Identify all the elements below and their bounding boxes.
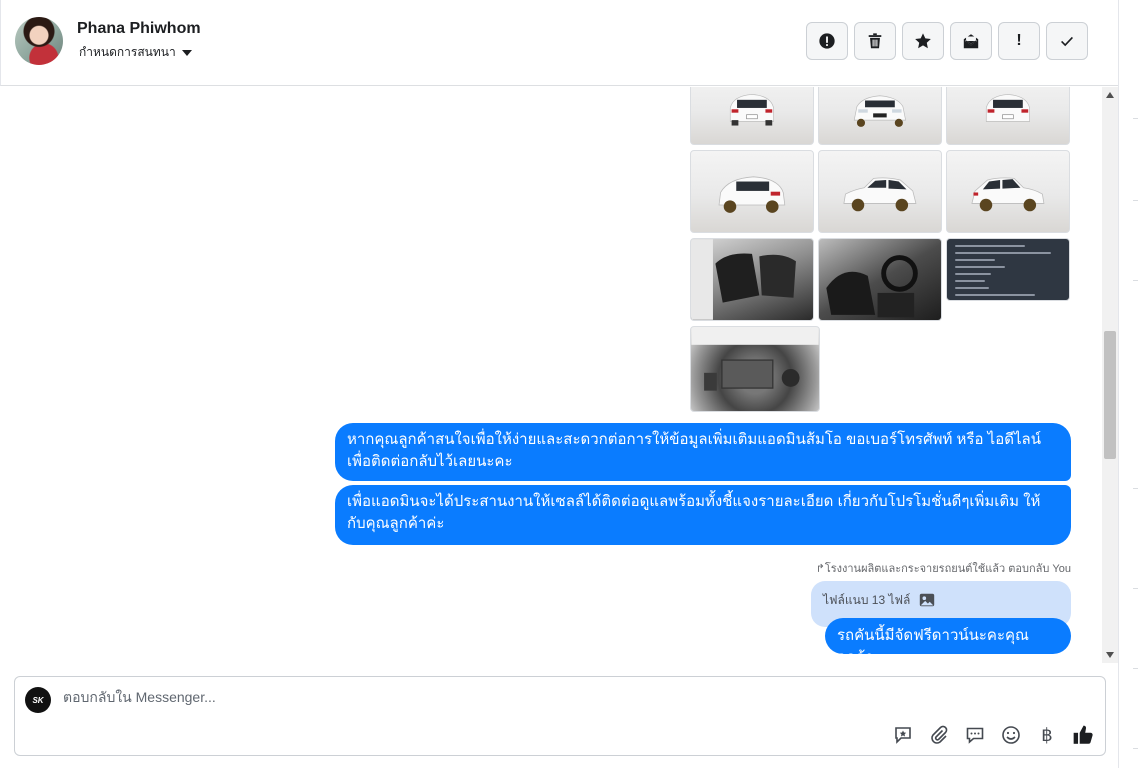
interior-photo[interactable] xyxy=(818,238,942,321)
car-photo[interactable] xyxy=(946,150,1070,233)
car-side-image xyxy=(843,177,917,212)
message-thread: หากคุณลูกค้าสนใจเพื่อให้ง่ายและสะดวกต่อก… xyxy=(0,87,1102,663)
caret-down-icon xyxy=(181,50,192,56)
assign-conversation-dropdown[interactable]: กำหนดการสนทนา xyxy=(79,43,192,62)
thread-toolbar: ! xyxy=(806,22,1088,60)
check-icon xyxy=(1061,36,1073,47)
car-front-image xyxy=(853,95,907,128)
reply-note-text: โรงงานผลิตและกระจายรถยนต์ใช้แล้ว ตอบกลับ… xyxy=(824,563,1071,575)
outgoing-message[interactable]: รถคันนี้มีจัดฟรีดาวน์นะคะคุณลูกค้า xyxy=(825,618,1071,663)
emoji-button[interactable] xyxy=(999,723,1023,747)
composer-area: SK ฿ xyxy=(0,663,1118,768)
document-photo[interactable] xyxy=(946,238,1070,301)
outgoing-message[interactable]: หากคุณลูกค้าสนใจเพื่อให้ง่ายและสะดวกต่อก… xyxy=(335,423,1071,481)
chat-bubble-icon xyxy=(966,727,984,744)
scroll-down-arrow-icon[interactable] xyxy=(1106,652,1114,658)
car-photo[interactable] xyxy=(690,150,814,233)
document-line xyxy=(955,294,1035,296)
thumbs-up-icon xyxy=(1073,725,1093,744)
thread-scrollbar[interactable] xyxy=(1102,87,1118,663)
document-line xyxy=(955,280,985,282)
alert-circle-icon xyxy=(819,33,835,49)
page-avatar: SK xyxy=(25,687,51,713)
engine-bay-image xyxy=(691,327,819,391)
engine-photo[interactable] xyxy=(690,326,820,412)
car-rear-three-quarter-image xyxy=(718,176,786,213)
follow-up-button[interactable]: ! xyxy=(998,22,1040,60)
exclamation-icon: ! xyxy=(1016,32,1022,49)
car-photo[interactable] xyxy=(818,150,942,233)
star-button[interactable] xyxy=(902,22,944,60)
assign-label: กำหนดการสนทนา xyxy=(79,45,176,59)
customer-name[interactable]: Phana Phiwhom xyxy=(77,20,201,38)
mark-done-button[interactable] xyxy=(1046,22,1088,60)
payment-button[interactable]: ฿ xyxy=(1035,723,1059,747)
document-line xyxy=(955,273,991,275)
conversation-header: Phana Phiwhom กำหนดการสนทนา ! xyxy=(0,0,1118,86)
star-icon xyxy=(915,33,931,49)
rear-seat-image xyxy=(691,239,796,320)
message-templates-button[interactable] xyxy=(963,723,987,747)
saved-reply-button[interactable] xyxy=(891,723,915,747)
scrollbar-thumb[interactable] xyxy=(1104,331,1116,459)
paperclip-icon xyxy=(931,725,948,744)
like-button[interactable] xyxy=(1071,723,1095,747)
quoted-text: ไฟล์แนบ 13 ไฟล์ xyxy=(823,593,911,607)
document-line xyxy=(955,287,989,289)
car-photo[interactable] xyxy=(818,87,942,145)
scroll-up-arrow-icon[interactable] xyxy=(1106,92,1114,98)
smiley-icon xyxy=(1002,726,1020,744)
customer-avatar[interactable] xyxy=(15,17,63,65)
trash-icon xyxy=(868,33,882,49)
car-photo[interactable] xyxy=(946,87,1070,145)
reply-input[interactable] xyxy=(63,689,863,705)
message-composer: SK ฿ xyxy=(14,676,1106,756)
document-line xyxy=(955,252,1051,254)
image-icon xyxy=(920,593,935,607)
delete-button[interactable] xyxy=(854,22,896,60)
baht-icon: ฿ xyxy=(1041,724,1053,745)
car-rear-image xyxy=(730,94,774,126)
page-edge xyxy=(1118,0,1138,768)
car-side-image xyxy=(971,177,1045,212)
mark-unread-button[interactable] xyxy=(950,22,992,60)
interior-photo[interactable] xyxy=(690,238,814,321)
dashboard-image xyxy=(826,255,918,318)
car-rear-image xyxy=(986,94,1030,123)
reply-indicator: ↱โรงงานผลิตและกระจายรถยนต์ใช้แล้ว ตอบกลั… xyxy=(816,559,1071,577)
document-line xyxy=(955,245,1025,247)
mail-unread-icon xyxy=(963,34,979,49)
outgoing-message[interactable]: เพื่อแอดมินจะได้ประสานงานให้เซลล์ได้ติดต… xyxy=(335,485,1071,545)
saved-reply-icon xyxy=(895,727,911,744)
attach-button[interactable] xyxy=(927,723,951,747)
mark-spam-button[interactable] xyxy=(806,22,848,60)
car-photo[interactable] xyxy=(690,87,814,145)
reply-arrow-icon: ↱ xyxy=(815,563,825,575)
composer-tools: ฿ xyxy=(891,723,1095,747)
document-line xyxy=(955,259,995,261)
document-line xyxy=(955,266,1005,268)
